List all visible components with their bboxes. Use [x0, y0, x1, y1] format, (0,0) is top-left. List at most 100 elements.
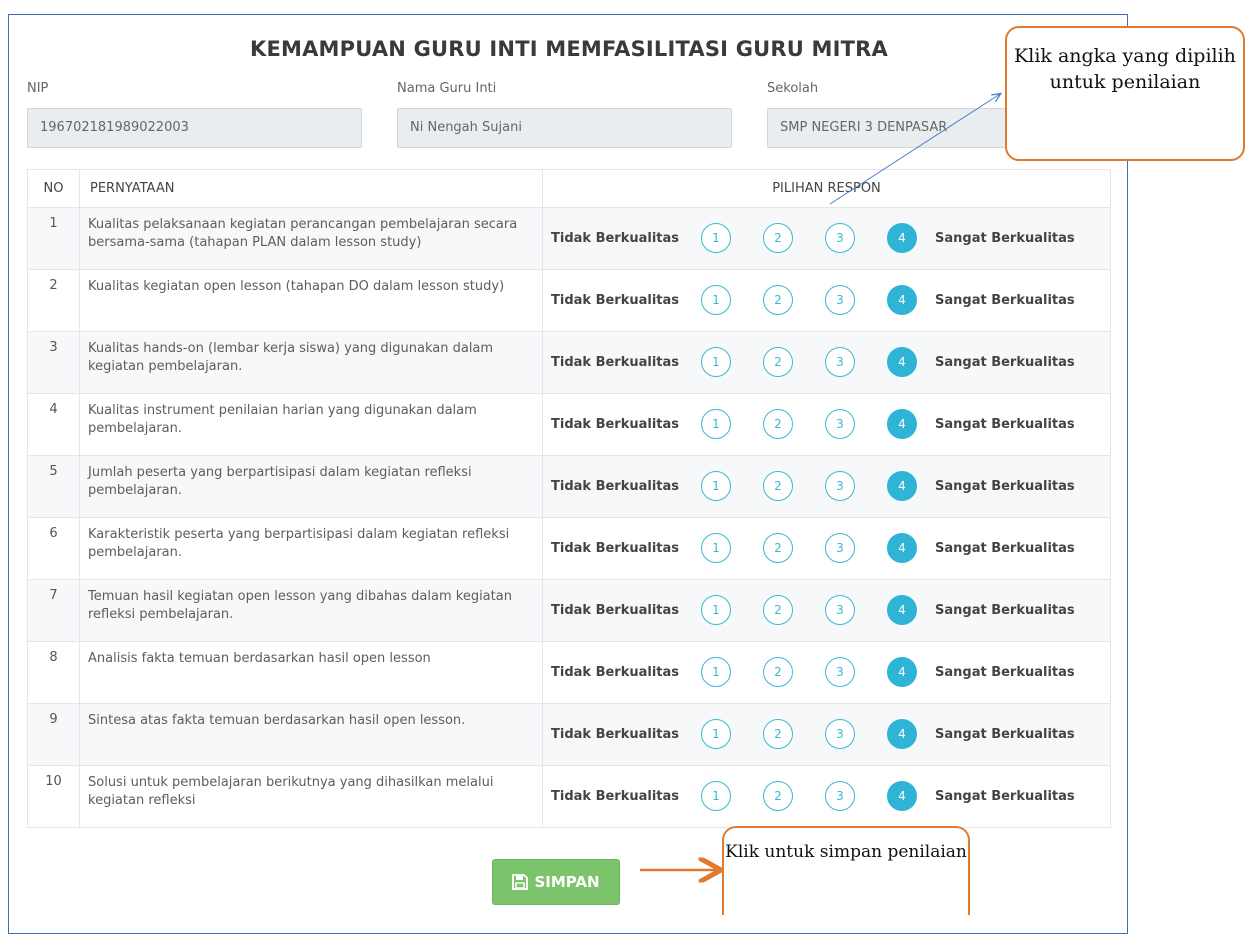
- rating-option-1[interactable]: 1: [701, 285, 731, 315]
- rating-option-3[interactable]: 3: [825, 223, 855, 253]
- rating-option-4[interactable]: 4: [887, 471, 917, 501]
- response-table: NO PERNYATAAN PILIHAN RESPON 1 Kualitas p…: [27, 169, 1111, 828]
- rating-option-1[interactable]: 1: [701, 781, 731, 811]
- high-quality-label: Sangat Berkualitas: [935, 354, 1075, 370]
- low-quality-label: Tidak Berkualitas: [551, 540, 680, 556]
- high-quality-label: Sangat Berkualitas: [935, 540, 1075, 556]
- rating-option-2[interactable]: 2: [763, 285, 793, 315]
- rating-option-4[interactable]: 4: [887, 657, 917, 687]
- response-options: Tidak Berkualitas 1 2 3 4 Sangat Berkualitas: [542, 269, 1111, 332]
- rating-option-4[interactable]: 4: [887, 347, 917, 377]
- response-options: Tidak Berkualitas 1 2 3 4 Sangat Berkualitas: [542, 579, 1111, 642]
- response-options: Tidak Berkualitas 1 2 3 4 Sangat Berkualitas: [542, 207, 1111, 270]
- row-number: 9: [27, 703, 80, 766]
- statement-text: Kualitas hands-on (lembar kerja siswa) y…: [79, 331, 543, 394]
- rating-option-2[interactable]: 2: [763, 409, 793, 439]
- rating-option-1[interactable]: 1: [701, 719, 731, 749]
- table-row: 3 Kualitas hands-on (lembar kerja siswa) …: [27, 331, 1111, 394]
- response-options: Tidak Berkualitas 1 2 3 4 Sangat Berkualitas: [542, 331, 1111, 394]
- row-number: 10: [27, 765, 80, 828]
- low-quality-label: Tidak Berkualitas: [551, 478, 680, 494]
- statement-text: Kualitas instrument penilaian harian yan…: [79, 393, 543, 456]
- rating-option-2[interactable]: 2: [763, 533, 793, 563]
- rating-option-4[interactable]: 4: [887, 285, 917, 315]
- callout-choose-number: Klik angka yang dipilih untuk penilaian: [1005, 26, 1245, 161]
- low-quality-label: Tidak Berkualitas: [551, 416, 680, 432]
- rating-option-4[interactable]: 4: [887, 533, 917, 563]
- response-options: Tidak Berkualitas 1 2 3 4 Sangat Berkualitas: [542, 703, 1111, 766]
- rating-option-3[interactable]: 3: [825, 781, 855, 811]
- nip-label: NIP: [27, 81, 49, 96]
- table-row: 9 Sintesa atas fakta temuan berdasarkan h…: [27, 703, 1111, 766]
- rating-option-1[interactable]: 1: [701, 409, 731, 439]
- rating-option-2[interactable]: 2: [763, 471, 793, 501]
- table-header-row: NO PERNYATAAN PILIHAN RESPON: [27, 169, 1111, 208]
- rating-option-3[interactable]: 3: [825, 471, 855, 501]
- table-row: 6 Karakteristik peserta yang berpartisipa…: [27, 517, 1111, 580]
- rating-option-3[interactable]: 3: [825, 285, 855, 315]
- rating-option-3[interactable]: 3: [825, 719, 855, 749]
- rating-option-4[interactable]: 4: [887, 719, 917, 749]
- high-quality-label: Sangat Berkualitas: [935, 416, 1075, 432]
- response-options: Tidak Berkualitas 1 2 3 4 Sangat Berkualitas: [542, 641, 1111, 704]
- low-quality-label: Tidak Berkualitas: [551, 602, 680, 618]
- rating-option-4[interactable]: 4: [887, 595, 917, 625]
- row-number: 1: [27, 207, 80, 270]
- rating-option-1[interactable]: 1: [701, 347, 731, 377]
- table-row: 5 Jumlah peserta yang berpartisipasi dala…: [27, 455, 1111, 518]
- rating-option-1[interactable]: 1: [701, 471, 731, 501]
- rating-option-3[interactable]: 3: [825, 657, 855, 687]
- page-title: KEMAMPUAN GURU INTI MEMFASILITASI GURU M…: [249, 37, 888, 61]
- high-quality-label: Sangat Berkualitas: [935, 788, 1075, 804]
- rating-option-2[interactable]: 2: [763, 223, 793, 253]
- row-number: 7: [27, 579, 80, 642]
- rating-option-3[interactable]: 3: [825, 595, 855, 625]
- high-quality-label: Sangat Berkualitas: [935, 292, 1075, 308]
- rating-option-1[interactable]: 1: [701, 657, 731, 687]
- form-panel: KEMAMPUAN GURU INTI MEMFASILITASI GURU M…: [8, 14, 1128, 934]
- low-quality-label: Tidak Berkualitas: [551, 788, 680, 804]
- rating-option-1[interactable]: 1: [701, 595, 731, 625]
- rating-option-4[interactable]: 4: [887, 409, 917, 439]
- rating-option-2[interactable]: 2: [763, 657, 793, 687]
- row-number: 3: [27, 331, 80, 394]
- row-number: 5: [27, 455, 80, 518]
- table-row: 10 Solusi untuk pembelajaran berikutnya y…: [27, 765, 1111, 828]
- header-statement: PERNYATAAN: [79, 169, 543, 208]
- response-options: Tidak Berkualitas 1 2 3 4 Sangat Berkualitas: [542, 455, 1111, 518]
- table-row: 4 Kualitas instrument penilaian harian ya…: [27, 393, 1111, 456]
- rating-option-3[interactable]: 3: [825, 347, 855, 377]
- row-number: 6: [27, 517, 80, 580]
- rating-option-2[interactable]: 2: [763, 347, 793, 377]
- rating-option-3[interactable]: 3: [825, 533, 855, 563]
- save-button[interactable]: SIMPAN: [492, 859, 620, 905]
- low-quality-label: Tidak Berkualitas: [551, 292, 680, 308]
- statement-text: Sintesa atas fakta temuan berdasarkan ha…: [79, 703, 543, 766]
- response-options: Tidak Berkualitas 1 2 3 4 Sangat Berkualitas: [542, 393, 1111, 456]
- floppy-disk-icon: [512, 874, 529, 890]
- response-options: Tidak Berkualitas 1 2 3 4 Sangat Berkualitas: [542, 517, 1111, 580]
- statement-text: Analisis fakta temuan berdasarkan hasil …: [79, 641, 543, 704]
- header-no: NO: [27, 169, 80, 208]
- table-row: 8 Analisis fakta temuan berdasarkan hasil…: [27, 641, 1111, 704]
- statement-text: Kualitas kegiatan open lesson (tahapan D…: [79, 269, 543, 332]
- rating-option-3[interactable]: 3: [825, 409, 855, 439]
- rating-option-4[interactable]: 4: [887, 781, 917, 811]
- statement-text: Karakteristik peserta yang berpartisipas…: [79, 517, 543, 580]
- table-row: 1 Kualitas pelaksanaan kegiatan perancang…: [27, 207, 1111, 270]
- nama-guru-field[interactable]: Ni Nengah Sujani: [397, 108, 732, 148]
- save-button-label: SIMPAN: [534, 873, 600, 891]
- rating-option-4[interactable]: 4: [887, 223, 917, 253]
- high-quality-label: Sangat Berkualitas: [935, 602, 1075, 618]
- statement-text: Temuan hasil kegiatan open lesson yang d…: [79, 579, 543, 642]
- rating-option-2[interactable]: 2: [763, 781, 793, 811]
- rating-option-2[interactable]: 2: [763, 595, 793, 625]
- sekolah-label: Sekolah: [767, 81, 819, 96]
- rating-option-1[interactable]: 1: [701, 533, 731, 563]
- statement-text: Jumlah peserta yang berpartisipasi dalam…: [79, 455, 543, 518]
- nip-field[interactable]: 196702181989022003: [27, 108, 362, 148]
- table-row: 2 Kualitas kegiatan open lesson (tahapan …: [27, 269, 1111, 332]
- rating-option-1[interactable]: 1: [701, 223, 731, 253]
- rating-option-2[interactable]: 2: [763, 719, 793, 749]
- low-quality-label: Tidak Berkualitas: [551, 354, 680, 370]
